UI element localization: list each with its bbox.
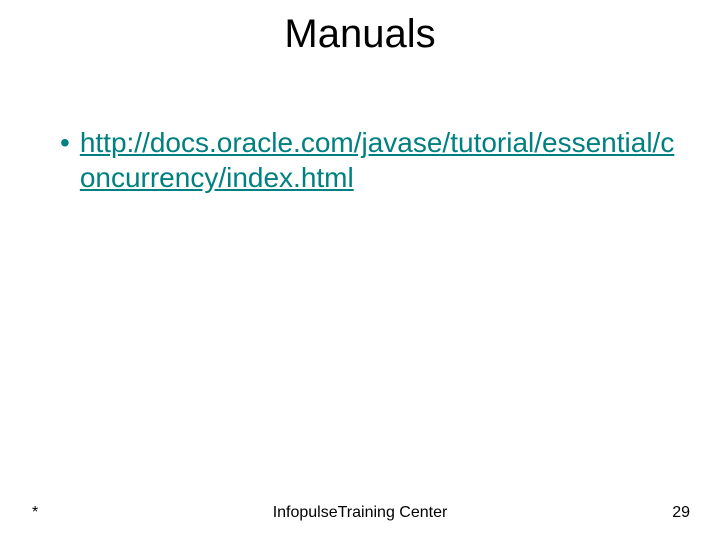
list-item: • http://docs.oracle.com/javase/tutorial…: [60, 125, 680, 195]
slide: Manuals • http://docs.oracle.com/javase/…: [0, 0, 720, 540]
page-number: 29: [672, 504, 690, 522]
footer-center: InfopulseTraining Center: [0, 504, 720, 522]
page-title: Manuals: [0, 12, 720, 57]
content-area: • http://docs.oracle.com/javase/tutorial…: [0, 125, 720, 195]
bullet-icon: •: [60, 125, 70, 160]
manual-link[interactable]: http://docs.oracle.com/javase/tutorial/e…: [80, 125, 680, 195]
